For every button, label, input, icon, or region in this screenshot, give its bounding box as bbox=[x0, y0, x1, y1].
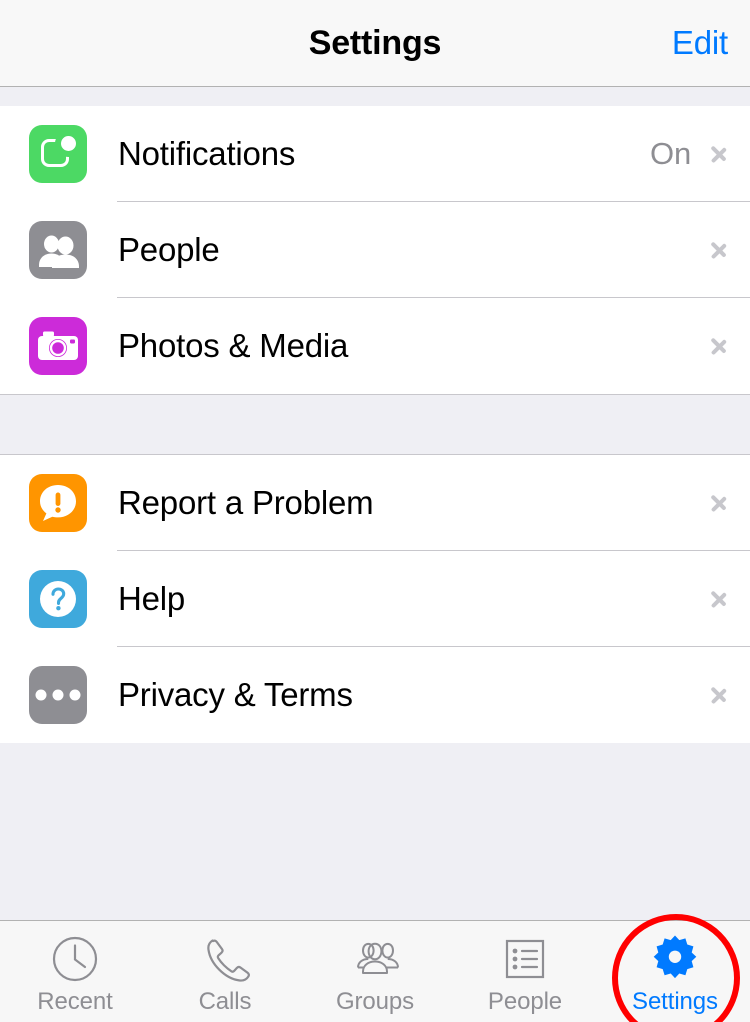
tab-label: Recent bbox=[37, 988, 113, 1015]
page-title: Settings bbox=[308, 23, 442, 62]
list-icon bbox=[500, 933, 550, 985]
tab-label: People bbox=[487, 988, 563, 1015]
gear-icon bbox=[647, 933, 703, 985]
navigation-bar: Settings Edit bbox=[0, 0, 750, 87]
camera-icon bbox=[29, 317, 87, 375]
tab-label: Settings bbox=[632, 988, 718, 1015]
settings-row-people[interactable]: People bbox=[0, 202, 750, 298]
settings-row-report-a-problem[interactable]: Report a Problem bbox=[0, 455, 750, 551]
tab-people[interactable]: People bbox=[450, 921, 600, 1022]
settings-row-help[interactable]: Help bbox=[0, 551, 750, 647]
exclamation-bubble-icon bbox=[29, 474, 87, 532]
settings-row-detail: On bbox=[650, 136, 691, 171]
chevron-right-icon bbox=[711, 680, 728, 710]
settings-row-photos-media[interactable]: Photos & Media bbox=[0, 298, 750, 394]
settings-screen: Settings Edit Notifications On People Ph… bbox=[0, 0, 750, 1022]
settings-section-general: Notifications On People Photos & Media bbox=[0, 106, 750, 394]
settings-row-label: Photos & Media bbox=[118, 327, 349, 364]
chevron-right-icon bbox=[711, 584, 728, 614]
settings-row-label: Report a Problem bbox=[118, 484, 374, 521]
ellipsis-icon bbox=[29, 666, 87, 724]
edit-button[interactable]: Edit bbox=[672, 24, 728, 62]
chevron-right-icon bbox=[711, 139, 728, 169]
chevron-right-icon bbox=[711, 331, 728, 361]
settings-row-label: Privacy & Terms bbox=[118, 676, 353, 713]
question-mark-icon bbox=[29, 570, 87, 628]
settings-section-support: Report a Problem Help Privacy & Terms bbox=[0, 455, 750, 743]
tab-recent[interactable]: Recent bbox=[0, 921, 150, 1022]
tab-groups[interactable]: Groups bbox=[300, 921, 450, 1022]
settings-row-label: Notifications bbox=[118, 135, 296, 172]
tab-label: Groups bbox=[335, 988, 415, 1015]
list-top-spacer bbox=[0, 87, 750, 106]
settings-row-notifications[interactable]: Notifications On bbox=[0, 106, 750, 202]
tab-label: Calls bbox=[198, 988, 252, 1015]
settings-row-label: Help bbox=[118, 580, 186, 617]
groups-icon bbox=[346, 933, 404, 985]
settings-list: Notifications On People Photos & Media R… bbox=[0, 87, 750, 920]
settings-row-privacy-terms[interactable]: Privacy & Terms bbox=[0, 647, 750, 743]
settings-row-label: People bbox=[118, 231, 220, 268]
clock-icon bbox=[50, 933, 100, 985]
chevron-right-icon bbox=[711, 235, 728, 265]
notifications-bell-icon bbox=[29, 125, 87, 183]
tab-bar: Recent Calls Groups People Settings bbox=[0, 920, 750, 1022]
phone-icon bbox=[200, 933, 250, 985]
people-group-icon bbox=[29, 221, 87, 279]
section-separator-spacer bbox=[0, 394, 750, 455]
tab-settings[interactable]: Settings bbox=[600, 921, 750, 1022]
tab-calls[interactable]: Calls bbox=[150, 921, 300, 1022]
chevron-right-icon bbox=[711, 488, 728, 518]
